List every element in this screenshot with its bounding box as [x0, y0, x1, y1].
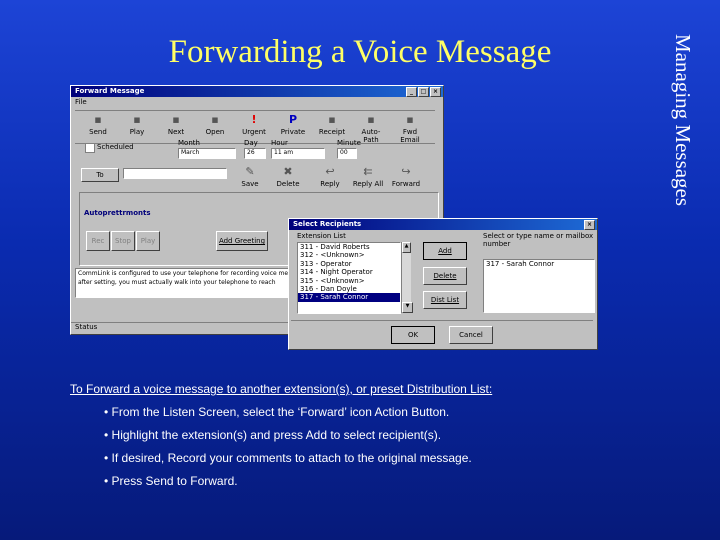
to-button[interactable]: To	[81, 168, 119, 182]
extension-item[interactable]: 314 - Night Operator	[298, 268, 400, 276]
bullet-icon: •	[104, 474, 112, 488]
toolbar-receipt-button[interactable]: ▪ Receipt	[315, 112, 349, 142]
receipt-icon: ▪	[328, 113, 336, 126]
month-select[interactable]: March	[178, 148, 236, 159]
dialog-delete-button[interactable]: Delete	[423, 267, 467, 285]
dialog-close-button[interactable]: ×	[584, 220, 595, 230]
dist-list-button[interactable]: Dist List	[423, 291, 467, 309]
forward-icon: ↪	[401, 165, 411, 178]
play-icon: ▪	[133, 113, 141, 126]
next-icon: ▪	[172, 113, 180, 126]
bullet-item: • Press Send to Forward.	[104, 474, 238, 488]
toolbar-open-button[interactable]: ▪ Open	[198, 112, 232, 142]
hour-select[interactable]: 11 am	[271, 148, 325, 159]
side-title: Managing Messages	[671, 34, 695, 207]
menu-file[interactable]: File	[75, 98, 87, 106]
save-button[interactable]: ✎ Save	[233, 164, 267, 194]
bullet-text: Press Send to Forward.	[111, 474, 238, 488]
delete-button[interactable]: ✖ Delete	[271, 164, 305, 194]
add-button[interactable]: Add	[423, 242, 467, 260]
stop-button[interactable]: Stop	[111, 231, 135, 251]
close-button[interactable]: ×	[430, 87, 441, 97]
instruction-text: To Forward a voice message to another ex…	[70, 382, 493, 396]
send-icon: ▪	[94, 113, 102, 126]
toolbar-label: Receipt	[318, 128, 346, 136]
extension-item[interactable]: 312 - <Unknown>	[298, 251, 400, 259]
divider	[291, 320, 593, 321]
toolbar-private-button[interactable]: P Private	[276, 112, 310, 142]
to-field[interactable]	[123, 168, 227, 179]
extension-item[interactable]: 316 - Dan Doyle	[298, 285, 400, 293]
day-input[interactable]: 26	[244, 148, 266, 159]
toolbar-next-button[interactable]: ▪ Next	[159, 112, 193, 142]
recipient-item[interactable]: 317 - Sarah Connor	[484, 260, 594, 268]
toolbar-label: Send	[89, 128, 107, 136]
extension-item[interactable]: 313 - Operator	[298, 260, 400, 268]
extension-item[interactable]: 311 - David Roberts	[298, 243, 400, 251]
status-label: Status	[75, 323, 98, 331]
toolbar-label: Fwd Email	[400, 128, 420, 144]
reply-button[interactable]: ↩ Reply	[313, 164, 347, 194]
minute-label: Minute	[337, 139, 361, 147]
bullet-item: • If desired, Record your comments to at…	[104, 451, 472, 465]
bullet-text: From the Listen Screen, select the ‘Forw…	[111, 405, 450, 419]
recipient-list[interactable]: 317 - Sarah Connor	[483, 259, 595, 313]
reply-icon: ↩	[325, 165, 335, 178]
hour-label: Hour	[271, 139, 288, 147]
auto-path-icon: ▪	[367, 113, 375, 126]
prompt-label: Autoprettrmonts	[84, 209, 151, 217]
extension-list-label: Extension List	[297, 232, 346, 240]
extension-item[interactable]: 315 - <Unknown>	[298, 277, 400, 285]
toolbar-label: Auto-Path	[361, 128, 381, 144]
rec-button[interactable]: Rec	[86, 231, 110, 251]
title-bar: Forward Message _ □ ×	[71, 86, 443, 97]
bullet-icon: •	[104, 405, 112, 419]
dialog-title: Select Recipients	[293, 220, 362, 228]
scheduled-checkbox[interactable]	[85, 143, 95, 153]
maximize-button[interactable]: □	[418, 87, 429, 97]
bullet-icon: •	[104, 428, 112, 442]
toolbar-send-button[interactable]: ▪ Send	[81, 112, 115, 142]
dialog-title-bar: Select Recipients ×	[289, 219, 597, 230]
bullet-text: Highlight the extension(s) and press Add…	[111, 428, 442, 442]
forward-email-icon: ▪	[406, 113, 414, 126]
extension-list[interactable]: 311 - David Roberts 312 - <Unknown> 313 - …	[297, 242, 401, 314]
bullet-item: • Highlight the extension(s) and press A…	[104, 428, 441, 442]
day-label: Day	[244, 139, 258, 147]
minute-input[interactable]: 00	[337, 148, 357, 159]
reply-all-button[interactable]: ⇇ Reply All	[351, 164, 385, 194]
toolbar-label: Next	[167, 128, 185, 136]
list-scrollbar[interactable]: ▲ ▼	[401, 242, 413, 313]
toolbar-urgent-button[interactable]: ! Urgent	[237, 112, 271, 142]
toolbar-label: Private	[280, 128, 306, 136]
add-greeting-button[interactable]: Add Greeting	[216, 231, 268, 251]
reply-all-icon: ⇇	[363, 165, 373, 178]
forward-button[interactable]: ↪ Forward	[389, 164, 423, 194]
window-title: Forward Message	[75, 87, 145, 95]
private-icon: P	[288, 113, 298, 126]
open-icon: ▪	[211, 113, 219, 126]
save-icon: ✎	[245, 165, 255, 178]
toolbar-label: Urgent	[242, 128, 266, 136]
bullet-item: • From the Listen Screen, select the ‘Fo…	[104, 405, 449, 419]
cancel-button[interactable]: Cancel	[449, 326, 493, 344]
toolbar-auto-path-button[interactable]: ▪ Auto-Path	[354, 112, 388, 144]
toolbar-label: Play	[129, 128, 145, 136]
toolbar-label: Open	[205, 128, 225, 136]
slide-title: Forwarding a Voice Message	[168, 34, 552, 70]
extension-item[interactable]: 317 - Sarah Connor	[298, 293, 400, 302]
bullet-icon: •	[104, 451, 112, 465]
play-button[interactable]: Play	[136, 231, 160, 251]
toolbar-fwd-email-button[interactable]: ▪ Fwd Email	[393, 112, 427, 144]
toolbar-play-button[interactable]: ▪ Play	[120, 112, 154, 142]
bullet-text: If desired, Record your comments to atta…	[111, 451, 472, 465]
ok-button[interactable]: OK	[391, 326, 435, 344]
delete-icon: ✖	[283, 165, 293, 178]
scheduled-label: Scheduled	[97, 143, 134, 151]
minimize-button[interactable]: _	[406, 87, 417, 97]
urgent-icon: !	[251, 113, 257, 126]
select-label: Select or type name or mailbox number	[483, 232, 594, 248]
month-label: Month	[178, 139, 200, 147]
select-recipients-dialog: Select Recipients × Extension List Selec…	[288, 218, 598, 350]
